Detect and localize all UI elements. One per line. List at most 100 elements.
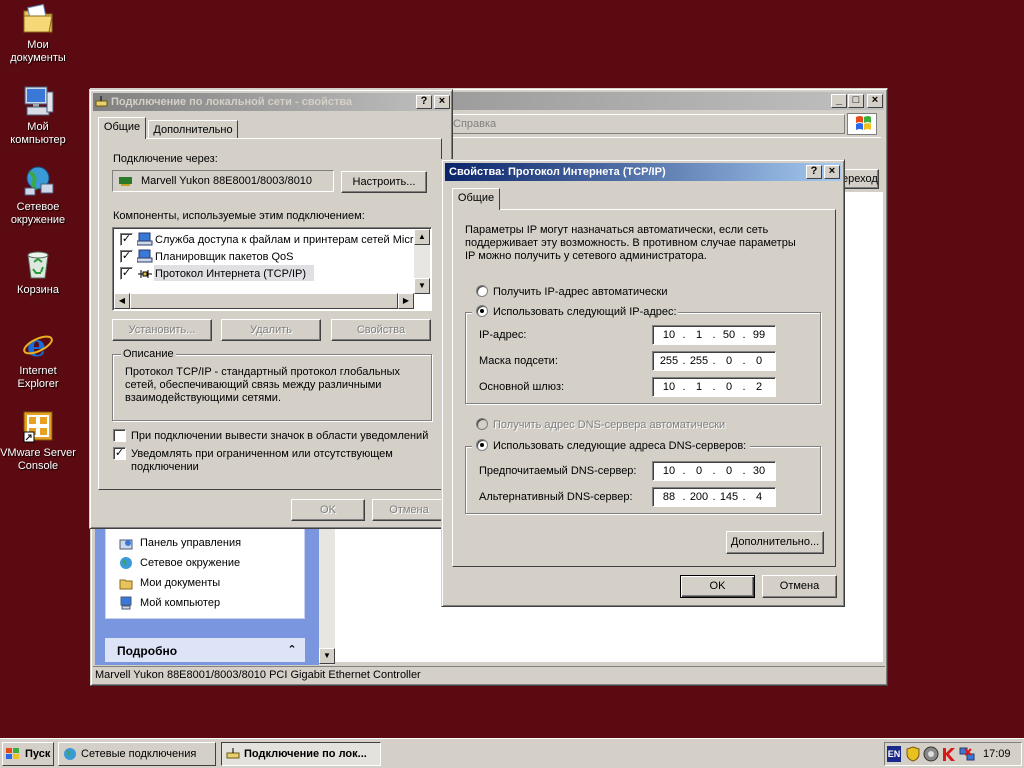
desktop-icon-my-documents[interactable]: Мои документы	[0, 2, 76, 65]
minimize-button[interactable]: _	[831, 94, 847, 108]
maximize-button[interactable]: □	[848, 94, 864, 108]
link-network-places[interactable]: Сетевое окружение	[140, 557, 240, 569]
network-tray-icon[interactable]	[959, 746, 975, 762]
cancel-button[interactable]: Отмена	[762, 575, 837, 598]
lan-dialog-titlebar: Подключение по локальной сети - свойства	[93, 93, 449, 111]
taskbar-item-lan-properties[interactable]: Подключение по лок...	[221, 742, 381, 766]
computer-icon	[21, 84, 55, 118]
configure-button[interactable]: Настроить...	[341, 171, 427, 193]
internet-explorer-icon: e	[21, 328, 55, 364]
tab-general[interactable]: Общие	[452, 188, 500, 210]
lan-properties-dialog: Подключение по локальной сети - свойства…	[89, 89, 453, 529]
connect-via-label: Подключение через:	[113, 153, 218, 165]
intro-text-line2: поддерживает эту возможность. В противно…	[465, 237, 796, 249]
description-text: Протокол TCP/IP - стандартный протокол г…	[125, 366, 400, 404]
component-checkbox[interactable]: ✓	[120, 267, 133, 280]
desktop-icon-label: компьютер	[10, 134, 66, 146]
network-globe-icon	[63, 747, 77, 761]
ok-button[interactable]: OK	[291, 499, 365, 521]
start-label: Пуск	[25, 748, 51, 760]
manual-dns-radio[interactable]	[476, 439, 488, 451]
ip-octet: 99	[752, 329, 766, 341]
alternate-dns-field[interactable]: 88. 200. 145. 4	[652, 487, 776, 507]
desktop-icon-vmware[interactable]: VMware Server Console	[0, 410, 76, 473]
folder-documents-icon	[119, 576, 133, 590]
link-my-computer[interactable]: Мой компьютер	[140, 597, 220, 609]
security-shield-icon[interactable]	[905, 746, 921, 762]
auto-ip-label[interactable]: Получить IP-адрес автоматически	[493, 286, 667, 298]
desktop-icon-label: Корзина	[17, 284, 59, 296]
install-button[interactable]: Установить...	[112, 319, 212, 341]
properties-button[interactable]: Свойства	[331, 319, 431, 341]
notify-label-2: подключении	[131, 461, 199, 473]
desktop-icon-network[interactable]: Сетевое окружение	[0, 164, 76, 227]
scroll-right-button[interactable]: ▶	[398, 293, 414, 309]
link-control-panel[interactable]: Панель управления	[140, 537, 241, 549]
desktop-icon-internet-explorer[interactable]: e Internet Explorer	[0, 328, 76, 391]
component-checkbox[interactable]: ✓	[120, 233, 133, 246]
horizontal-scroll-thumb[interactable]	[130, 293, 398, 309]
ip-octet: 255	[689, 355, 709, 367]
close-button[interactable]: ×	[434, 95, 450, 109]
scroll-down-button[interactable]: ▼	[414, 278, 430, 294]
network-globe-icon	[21, 164, 55, 198]
help-button[interactable]: ?	[806, 165, 822, 179]
collapse-chevron-icon[interactable]: ⌃	[285, 643, 299, 657]
component-checkbox[interactable]: ✓	[120, 250, 133, 263]
vmware-tray-icon[interactable]	[923, 746, 939, 762]
manual-ip-radio[interactable]	[476, 305, 488, 317]
antivirus-icon[interactable]	[941, 746, 957, 762]
show-icon-checkbox[interactable]	[113, 429, 126, 442]
ok-button[interactable]: OK	[680, 575, 755, 598]
taskbar-item-network-connections[interactable]: Сетевые подключения	[58, 742, 216, 766]
alternate-dns-label: Альтернативный DNS-сервер:	[479, 491, 633, 503]
help-button[interactable]: ?	[416, 95, 432, 109]
auto-dns-label[interactable]: Получить адрес DNS-сервера автоматически	[493, 419, 725, 431]
ip-octet: 50	[722, 329, 736, 341]
ip-octet: 0	[725, 381, 733, 393]
ip-octet: 10	[662, 465, 676, 477]
ip-octet: 1	[695, 329, 703, 341]
remove-button[interactable]: Удалить	[221, 319, 321, 341]
subnet-mask-field[interactable]: 255. 255. 0. 0	[652, 351, 776, 371]
tcpip-properties-dialog: Свойства: Протокол Интернета (TCP/IP) ? …	[441, 159, 845, 607]
auto-dns-radio[interactable]	[476, 418, 488, 430]
intro-text-line1: Параметры IP могут назначаться автоматич…	[465, 224, 769, 236]
clock[interactable]: 17:09	[983, 748, 1011, 760]
manual-dns-label[interactable]: Использовать следующие адреса DNS-сервер…	[493, 440, 746, 452]
link-my-documents[interactable]: Мои документы	[140, 577, 220, 589]
manual-ip-label[interactable]: Использовать следующий IP-адрес:	[493, 306, 677, 318]
tab-general[interactable]: Общие	[98, 117, 146, 139]
preferred-dns-field[interactable]: 10. 0. 0. 30	[652, 461, 776, 481]
ip-octet: 88	[662, 491, 676, 503]
task-pane-scrollbar[interactable]	[319, 519, 335, 665]
ip-octet: 255	[659, 355, 679, 367]
desktop-icon-recycle-bin[interactable]: Корзина	[0, 247, 76, 297]
ip-octet: 145	[719, 491, 739, 503]
scroll-down-button[interactable]: ▼	[319, 648, 335, 664]
menu-help[interactable]: Справка	[453, 118, 496, 130]
desktop-icon-my-computer[interactable]: Мой компьютер	[0, 84, 76, 147]
auto-ip-radio[interactable]	[476, 285, 488, 297]
notify-label: Уведомлять при ограниченном или отсутств…	[131, 448, 393, 460]
ip-address-field[interactable]: 10. 1. 50. 99	[652, 325, 776, 345]
tcpip-dialog-titlebar: Свойства: Протокол Интернета (TCP/IP)	[445, 163, 841, 181]
language-indicator[interactable]: EN	[887, 746, 901, 762]
gateway-field[interactable]: 10. 1. 0. 2	[652, 377, 776, 397]
system-tray: EN 17:09	[884, 742, 1022, 766]
scroll-up-button[interactable]: ▲	[414, 229, 430, 245]
desktop-icon-label: VMware Server	[0, 447, 76, 459]
qos-scheduler-icon	[136, 249, 153, 263]
cancel-button[interactable]: Отмена	[372, 499, 446, 521]
scroll-left-button[interactable]: ◀	[114, 293, 130, 309]
ip-octet: 0	[725, 465, 733, 477]
notify-checkbox[interactable]: ✓	[113, 447, 126, 460]
close-button[interactable]: ×	[867, 94, 883, 108]
tab-advanced[interactable]: Дополнительно	[148, 120, 238, 139]
close-button[interactable]: ×	[824, 165, 840, 179]
ip-octet: 10	[662, 381, 676, 393]
advanced-button[interactable]: Дополнительно...	[726, 531, 824, 554]
tcpip-protocol-icon	[137, 267, 153, 281]
taskbar-item-label: Сетевые подключения	[81, 748, 197, 760]
component-label: Протокол Интернета (TCP/IP)	[155, 268, 307, 280]
